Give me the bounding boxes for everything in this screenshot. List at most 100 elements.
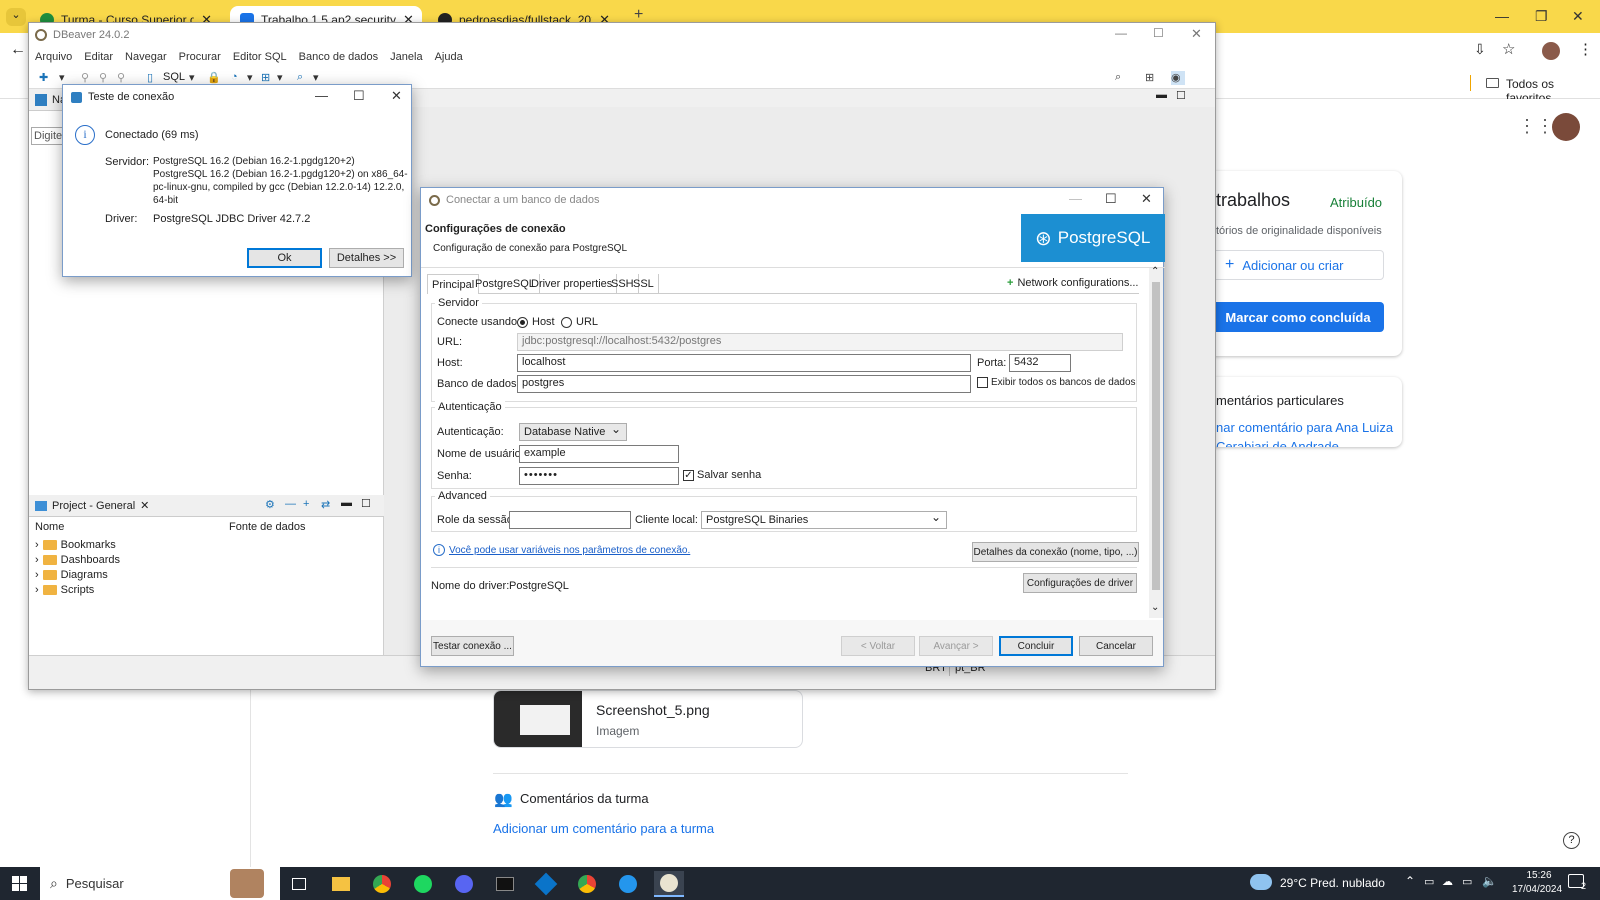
disconnect-icon[interactable]: ⚲ — [99, 71, 113, 85]
menu-editar[interactable]: Editar — [84, 51, 113, 63]
maximize-panel-icon[interactable]: ☐ — [361, 497, 371, 510]
database-field[interactable]: postgres — [517, 375, 971, 393]
restore-icon[interactable]: ❐ — [1535, 8, 1548, 25]
meet-icon[interactable]: ▭ — [1424, 875, 1434, 888]
vertical-scrollbar[interactable]: ⌃ ⌄ — [1149, 266, 1163, 618]
menu-editor-sql[interactable]: Editor SQL — [233, 51, 287, 63]
close-window-icon[interactable]: ✕ — [1572, 8, 1584, 25]
variables-help-link[interactable]: Você pode usar variáveis nos parâmetros … — [449, 545, 690, 556]
menu-ajuda[interactable]: Ajuda — [435, 51, 463, 63]
expand-icon[interactable]: › — [35, 539, 39, 551]
clock-time[interactable]: 15:26 — [1514, 870, 1564, 881]
add-class-comment-link[interactable]: Adicionar um comentário para a turma — [493, 821, 714, 836]
system-tray-chevron-icon[interactable]: ⌃ — [1405, 874, 1415, 888]
maximize-icon[interactable]: ☐ — [1105, 191, 1117, 207]
add-icon[interactable]: + — [303, 498, 309, 510]
tree-item-scripts[interactable]: › Scripts — [35, 584, 94, 596]
windows-start-icon[interactable] — [12, 876, 27, 891]
scroll-thumb[interactable] — [1152, 282, 1160, 590]
tab-driver-properties[interactable]: Driver properties — [527, 274, 618, 294]
expand-icon[interactable]: › — [35, 584, 39, 596]
radio-selected[interactable] — [517, 316, 528, 328]
finish-button[interactable]: Concluir — [999, 636, 1073, 656]
menu-procurar[interactable]: Procurar — [179, 51, 221, 63]
dbeaver-perspective-icon[interactable]: ◉ — [1171, 71, 1185, 85]
maximize-icon[interactable]: ☐ — [1153, 26, 1164, 40]
chrome-menu-icon[interactable]: ⋮ — [1578, 40, 1593, 58]
dropdown-icon[interactable]: ▾ — [313, 71, 327, 85]
transaction-icon[interactable]: ◔ — [231, 71, 245, 85]
dropdown-icon[interactable]: ▾ — [189, 71, 203, 85]
password-field[interactable]: ••••••• — [519, 467, 679, 485]
profile-avatar[interactable] — [1542, 42, 1560, 60]
radio-unselected[interactable] — [561, 316, 572, 328]
show-all-databases-checkbox[interactable]: Exibir todos os bancos de dados — [977, 377, 1136, 388]
docker-icon[interactable] — [613, 871, 643, 897]
close-icon[interactable]: ✕ — [391, 88, 402, 104]
menu-banco-de-dados[interactable]: Banco de dados — [299, 51, 379, 63]
back-button[interactable]: < Voltar — [841, 636, 915, 656]
project-panel-title[interactable]: Project - General — [52, 500, 135, 512]
minimize-panel-icon[interactable]: ▬ — [341, 497, 352, 509]
navigator-filter-input[interactable]: Digite — [31, 127, 65, 145]
onedrive-icon[interactable]: ☁ — [1442, 875, 1453, 888]
back-arrow-icon[interactable]: ← — [10, 41, 26, 59]
link-icon[interactable]: ⇄ — [321, 498, 330, 511]
collapse-icon[interactable]: — — [285, 498, 296, 510]
terminal-icon[interactable] — [490, 871, 520, 897]
sql-editor-button[interactable]: SQL — [163, 71, 185, 83]
tab-search-button[interactable]: ⌄ — [6, 8, 26, 26]
scroll-up-icon[interactable]: ⌃ — [1151, 266, 1159, 277]
port-field[interactable]: 5432 — [1009, 354, 1071, 372]
attachment-card[interactable]: Screenshot_5.png Imagem — [493, 690, 803, 748]
user-avatar[interactable] — [1552, 113, 1580, 141]
checkbox-unchecked[interactable] — [977, 377, 988, 388]
lock-icon[interactable]: 🔒 — [207, 71, 221, 85]
dropdown-icon[interactable]: ▾ — [277, 71, 291, 85]
tree-item-diagrams[interactable]: › Diagrams — [35, 569, 108, 581]
menu-arquivo[interactable]: Arquivo — [35, 51, 72, 63]
driver-settings-button[interactable]: Configurações de driver — [1023, 573, 1137, 593]
url-field[interactable]: jdbc:postgresql://localhost:5432/postgre… — [517, 333, 1123, 351]
mark-done-button[interactable]: Marcar como concluída — [1212, 302, 1384, 332]
close-icon[interactable]: ✕ — [1141, 191, 1152, 207]
dropdown-icon[interactable]: ▾ — [59, 71, 73, 85]
bookmark-star-icon[interactable]: ☆ — [1502, 40, 1515, 58]
minimize-editor-icon[interactable]: ▬ — [1156, 89, 1167, 101]
details-button[interactable]: Detalhes >> — [329, 248, 404, 268]
host-radio[interactable]: Host — [517, 316, 555, 328]
settings-gear-icon[interactable]: ⚙ — [265, 498, 275, 511]
spotify-icon[interactable] — [408, 871, 438, 897]
global-search-icon[interactable]: ⌕ — [1115, 71, 1129, 85]
expand-icon[interactable]: › — [35, 554, 39, 566]
volume-icon[interactable]: 🔈 — [1482, 874, 1497, 888]
apps-grid-icon[interactable]: ⋮⋮ — [1518, 116, 1554, 137]
dropdown-icon[interactable]: ▾ — [247, 71, 261, 85]
menu-navegar[interactable]: Navegar — [125, 51, 167, 63]
tab-ssl[interactable]: SSL — [629, 274, 659, 294]
expand-icon[interactable]: › — [35, 569, 39, 581]
minimize-icon[interactable]: — — [1115, 26, 1127, 40]
ok-button[interactable]: Ok — [247, 248, 322, 268]
dbeaver-taskbar-icon[interactable] — [654, 871, 684, 897]
install-app-icon[interactable]: ⇩ — [1474, 41, 1486, 58]
maximize-icon[interactable]: ☐ — [353, 88, 365, 104]
chrome-icon[interactable] — [367, 871, 397, 897]
add-private-comment-link-2[interactable]: Cerabiari de Andrade — [1216, 439, 1339, 447]
weather-text[interactable]: 29°C Pred. nublado — [1280, 876, 1385, 890]
minimize-icon[interactable]: — — [1495, 8, 1509, 24]
auth-select[interactable]: Database Native — [519, 422, 627, 441]
checkbox-checked[interactable]: ✓ — [683, 469, 694, 481]
task-view-icon[interactable] — [284, 871, 314, 897]
menu-janela[interactable]: Janela — [390, 51, 422, 63]
help-icon[interactable]: ? — [1563, 832, 1580, 849]
add-or-create-button[interactable]: + Adicionar ou criar — [1212, 250, 1384, 280]
tree-item-bookmarks[interactable]: › Bookmarks — [35, 539, 116, 551]
scroll-down-icon[interactable]: ⌄ — [1151, 602, 1159, 613]
save-password-checkbox[interactable]: ✓ Salvar senha — [683, 469, 761, 481]
host-field[interactable]: localhost — [517, 354, 971, 372]
session-role-field[interactable] — [509, 511, 631, 529]
network-config-button[interactable]: + Network configurations... — [1007, 277, 1139, 289]
close-panel-icon[interactable]: ✕ — [140, 499, 149, 512]
sql-editor-icon[interactable]: ▯ — [147, 71, 161, 85]
